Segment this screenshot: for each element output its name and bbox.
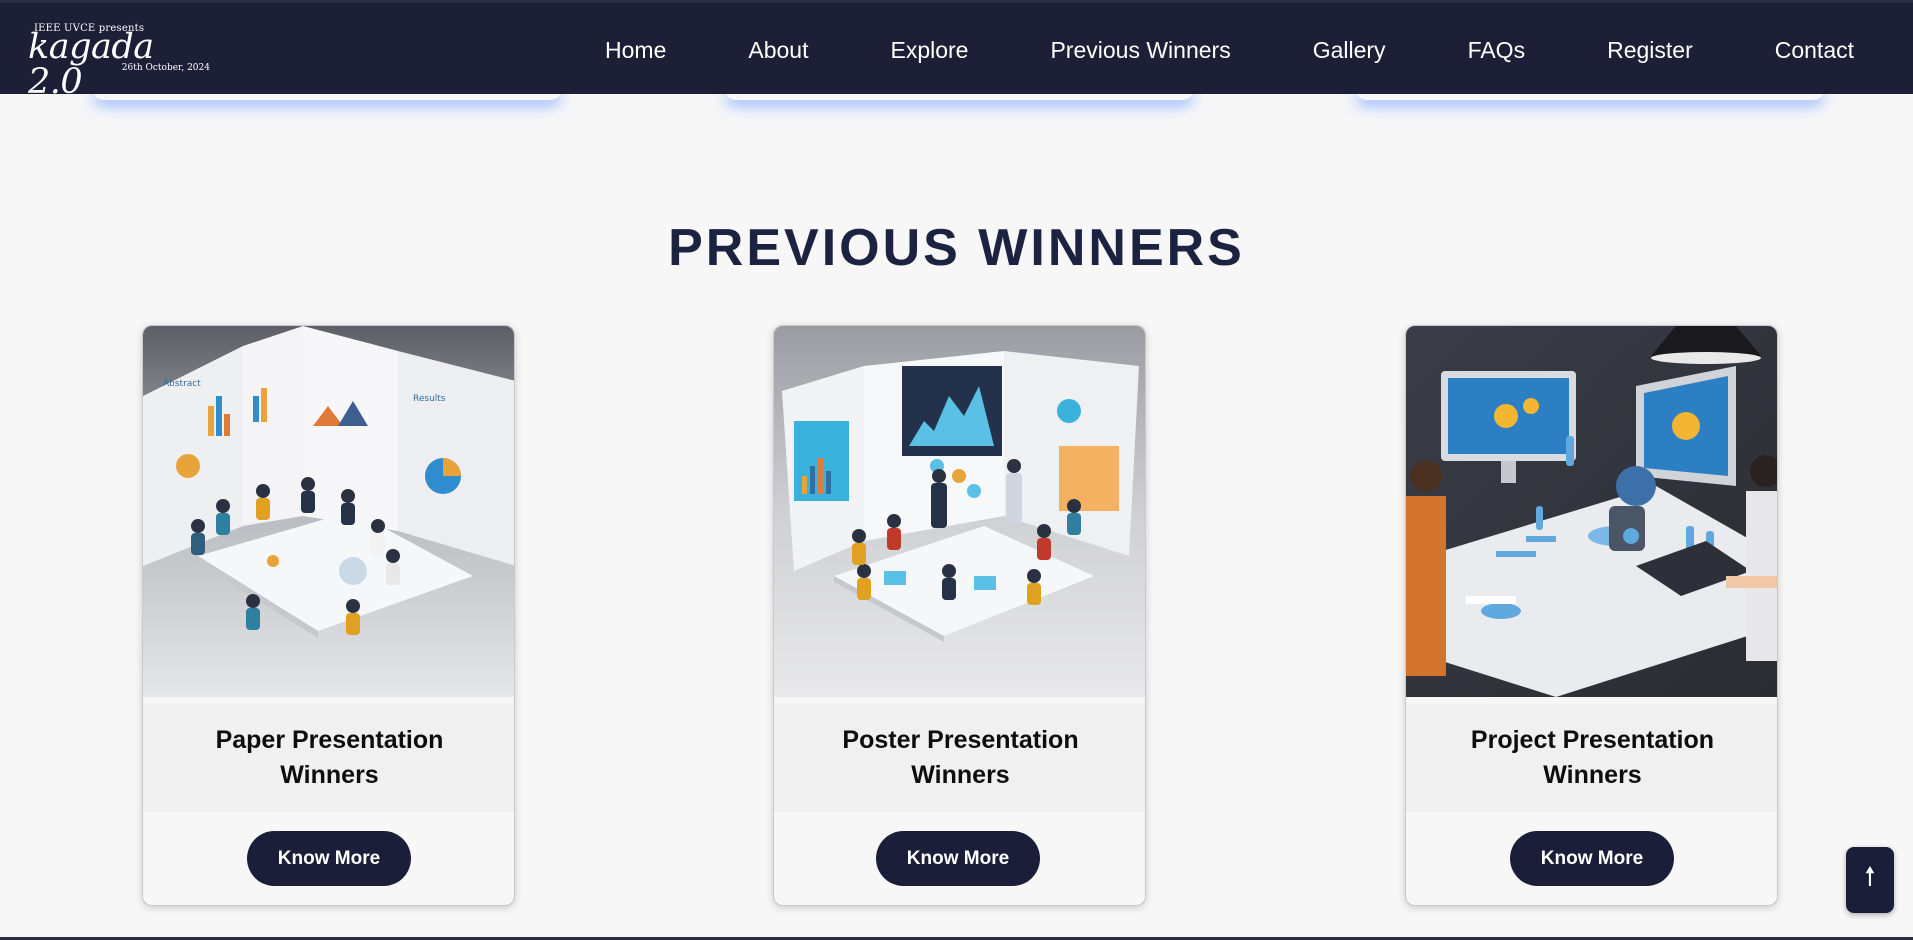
card-title-area: Paper Presentation Winners: [143, 704, 514, 812]
nav-about[interactable]: About: [748, 37, 808, 64]
svg-text:Results: Results: [413, 394, 446, 404]
card-title: Project Presentation Winners: [1470, 726, 1715, 789]
card-title-area: Poster Presentation Winners: [774, 704, 1145, 812]
section-title: PREVIOUS WINNERS: [668, 219, 1245, 277]
scroll-to-top-button[interactable]: 🠕: [1846, 847, 1894, 913]
nav-faqs[interactable]: FAQs: [1468, 37, 1526, 64]
winner-card-poster: Poster Presentation Winners Know More: [773, 325, 1146, 906]
card-title: Paper Presentation Winners: [215, 726, 444, 789]
nav-register[interactable]: Register: [1607, 37, 1693, 64]
nav-previous-winners[interactable]: Previous Winners: [1050, 37, 1230, 64]
know-more-button[interactable]: Know More: [1510, 831, 1674, 886]
winner-card-paper: Abstract Results Paper Presentation Winn…: [142, 325, 515, 906]
navbar: IEEE UVCE presents kagada 2.0 26th Octob…: [0, 0, 1913, 100]
card-title-area: Project Presentation Winners: [1406, 704, 1777, 812]
logo-date: 26th October, 2024: [121, 63, 210, 73]
nav-explore[interactable]: Explore: [890, 37, 968, 64]
know-more-button[interactable]: Know More: [876, 831, 1040, 886]
svg-text:Abstract: Abstract: [163, 379, 201, 389]
paper-presentation-image: Abstract Results: [143, 326, 514, 697]
know-more-button[interactable]: Know More: [247, 831, 411, 886]
winner-card-project: Project Presentation Winners Know More: [1405, 325, 1778, 906]
poster-presentation-image: [774, 326, 1145, 697]
arrow-up-icon: 🠕: [1864, 861, 1876, 891]
nav-contact[interactable]: Contact: [1775, 37, 1854, 64]
card-title: Poster Presentation Winners: [842, 726, 1079, 789]
main-nav: Home About Explore Previous Winners Gall…: [605, 3, 1913, 97]
nav-gallery[interactable]: Gallery: [1313, 37, 1386, 64]
site-logo[interactable]: IEEE UVCE presents kagada 2.0 26th Octob…: [28, 21, 210, 100]
project-presentation-image: [1406, 326, 1777, 697]
nav-home[interactable]: Home: [605, 37, 666, 64]
